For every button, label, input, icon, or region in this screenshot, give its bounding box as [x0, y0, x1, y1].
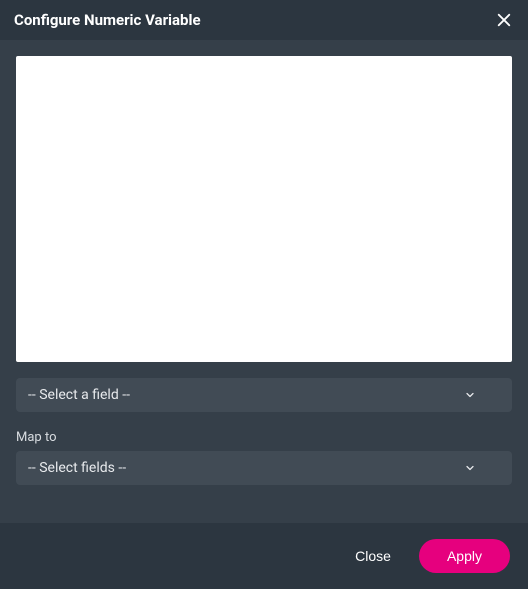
map-to-select[interactable]: -- Select fields --: [16, 451, 512, 485]
dialog-footer: Close Apply: [0, 523, 528, 589]
close-button[interactable]: Close: [345, 540, 401, 572]
field-select-placeholder: -- Select a field --: [28, 387, 130, 403]
map-to-label: Map to: [16, 430, 512, 445]
dialog-body: -- Select a field -- Map to -- Select fi…: [0, 40, 528, 523]
configure-variable-dialog: Configure Numeric Variable -- Select a f…: [0, 0, 528, 564]
chevron-down-icon: [464, 462, 476, 474]
field-select[interactable]: -- Select a field --: [16, 378, 512, 412]
dialog-title: Configure Numeric Variable: [14, 11, 201, 29]
preview-panel: [16, 56, 512, 362]
close-icon[interactable]: [494, 10, 514, 30]
chevron-down-icon: [464, 389, 476, 401]
apply-button[interactable]: Apply: [419, 539, 510, 573]
map-to-wrap: Map to -- Select fields --: [16, 430, 512, 485]
map-to-placeholder: -- Select fields --: [28, 460, 126, 476]
dialog-header: Configure Numeric Variable: [0, 0, 528, 40]
field-select-wrap: -- Select a field --: [16, 378, 512, 412]
